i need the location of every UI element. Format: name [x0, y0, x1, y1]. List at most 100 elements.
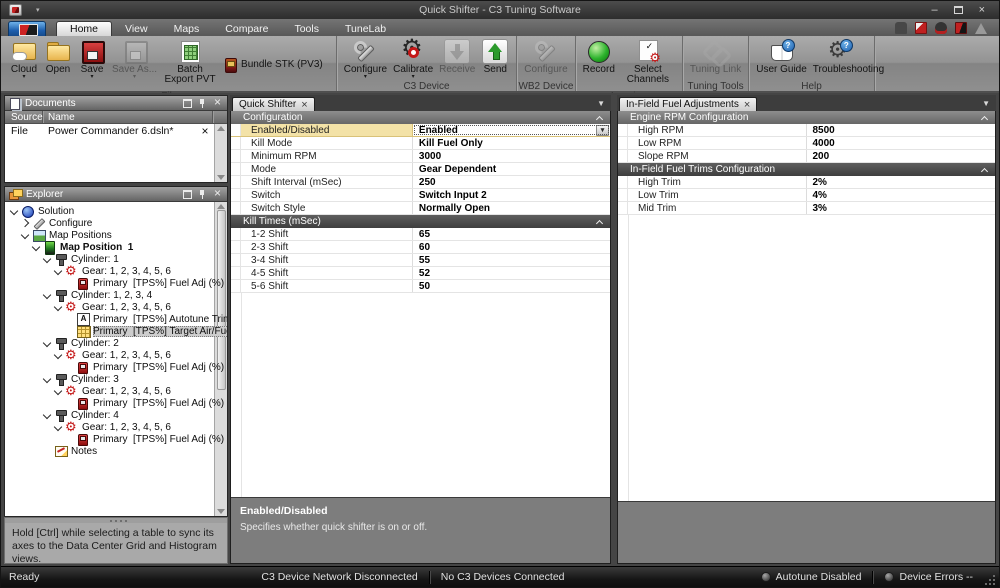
- minimize-button[interactable]: –: [931, 5, 937, 16]
- setting-row[interactable]: 5-6 Shift 50: [231, 280, 610, 293]
- ribbon-button[interactable]: Save: [75, 38, 109, 91]
- maximize-panel-button[interactable]: [182, 98, 193, 109]
- ribbon-button[interactable]: Save As...: [109, 38, 160, 91]
- expander-icon[interactable]: [21, 231, 30, 240]
- maximize-panel-button[interactable]: [182, 189, 193, 200]
- expander-icon[interactable]: [65, 279, 74, 288]
- pin-panel-button[interactable]: [197, 98, 208, 109]
- setting-row[interactable]: Shift Interval (mSec) 250: [231, 176, 610, 189]
- value-dropdown-button[interactable]: [596, 125, 609, 136]
- setting-row[interactable]: Kill Mode Kill Fuel Only: [231, 137, 610, 150]
- ribbon-button[interactable]: Open: [41, 38, 75, 91]
- tree-item[interactable]: Primary [TPS%] Fuel Adj (%): [5, 433, 227, 445]
- setting-value[interactable]: Normally Open: [413, 202, 610, 214]
- expander-icon[interactable]: [43, 411, 52, 420]
- tree-item[interactable]: Primary [TPS%] Autotune Trim (%): [5, 313, 227, 325]
- expander-icon[interactable]: [54, 351, 63, 360]
- scroll-down-icon[interactable]: [217, 509, 225, 514]
- ribbon-button[interactable]: Tuning Link: [687, 38, 744, 81]
- tree-item[interactable]: Gear: 1, 2, 3, 4, 5, 6: [5, 301, 227, 313]
- expander-icon[interactable]: [54, 267, 63, 276]
- tree-item[interactable]: Gear: 1, 2, 3, 4, 5, 6: [5, 349, 227, 361]
- setting-value[interactable]: 8500: [807, 124, 996, 136]
- tree-item[interactable]: Map Position 1: [5, 241, 227, 253]
- expander-icon[interactable]: [43, 255, 52, 264]
- setting-value[interactable]: Enabled: [413, 124, 610, 136]
- tab-in-field-fuel-adjustments[interactable]: In-Field Fuel Adjustments ×: [619, 97, 757, 111]
- tree-item[interactable]: Solution: [5, 205, 227, 217]
- setting-row[interactable]: Minimum RPM 3000: [231, 150, 610, 163]
- tree-item[interactable]: Primary [TPS%] Fuel Adj (%): [5, 277, 227, 289]
- setting-value[interactable]: 55: [413, 254, 610, 266]
- expander-icon[interactable]: [43, 339, 52, 348]
- setting-row[interactable]: Slope RPM 200: [618, 150, 995, 163]
- expander-icon[interactable]: [43, 375, 52, 384]
- ribbon-button[interactable]: Receive: [436, 38, 478, 81]
- tree-item[interactable]: Gear: 1, 2, 3, 4, 5, 6: [5, 385, 227, 397]
- quick-access-dropdown-icon[interactable]: ▾: [36, 6, 40, 14]
- tab-list-dropdown-icon[interactable]: ▼: [982, 99, 994, 108]
- setting-row[interactable]: Enabled/Disabled Enabled: [231, 124, 610, 137]
- close-tab-icon[interactable]: ×: [301, 100, 307, 110]
- ribbon-button[interactable]: Batch Export PVT: [160, 38, 220, 91]
- menu-tab[interactable]: Maps: [161, 21, 213, 36]
- maximize-button[interactable]: [954, 6, 963, 14]
- tree-item[interactable]: Primary [TPS%] Target Air/Fuel (AFR): [5, 325, 227, 337]
- close-panel-button[interactable]: [212, 189, 223, 200]
- menu-tab[interactable]: Home: [56, 21, 112, 36]
- tree-item[interactable]: Map Positions: [5, 229, 227, 241]
- tree-item[interactable]: Primary [TPS%] Fuel Adj (%): [5, 397, 227, 409]
- setting-row[interactable]: Low RPM 4000: [618, 137, 995, 150]
- setting-value[interactable]: 60: [413, 241, 610, 253]
- close-button[interactable]: ×: [979, 5, 985, 16]
- setting-row[interactable]: 1-2 Shift 65: [231, 228, 610, 241]
- ribbon-button[interactable]: Troubleshooting: [810, 38, 870, 81]
- close-tab-icon[interactable]: ×: [744, 100, 750, 110]
- document-row[interactable]: File Power Commander 6.dsln* ×: [5, 124, 214, 138]
- menu-tab[interactable]: TuneLab: [332, 21, 399, 36]
- close-document-icon[interactable]: ×: [198, 125, 212, 137]
- expander-icon[interactable]: [21, 219, 30, 228]
- ribbon-button[interactable]: Bundle STK (PV3): [220, 55, 332, 74]
- tree-item[interactable]: Cylinder: 3: [5, 373, 227, 385]
- scroll-up-icon[interactable]: [217, 126, 225, 131]
- tab-list-dropdown-icon[interactable]: ▼: [597, 99, 609, 108]
- expander-icon[interactable]: [65, 399, 74, 408]
- menu-tab[interactable]: Tools: [281, 21, 332, 36]
- expander-icon[interactable]: [65, 435, 74, 444]
- setting-row[interactable]: 3-4 Shift 55: [231, 254, 610, 267]
- setting-row[interactable]: 2-3 Shift 60: [231, 241, 610, 254]
- setting-row[interactable]: Low Trim 4%: [618, 189, 995, 202]
- setting-value[interactable]: 3000: [413, 150, 610, 162]
- ribbon-button[interactable]: Configure: [341, 38, 390, 81]
- collapse-section-icon[interactable]: [982, 167, 988, 173]
- ribbon-button[interactable]: Select Channels: [618, 38, 678, 91]
- setting-value[interactable]: 250: [413, 176, 610, 188]
- setting-row[interactable]: High RPM 8500: [618, 124, 995, 137]
- setting-row[interactable]: Switch Switch Input 2: [231, 189, 610, 202]
- tree-item[interactable]: Configure: [5, 217, 227, 229]
- tree-item[interactable]: Cylinder: 2: [5, 337, 227, 349]
- ribbon-button[interactable]: Send: [478, 38, 512, 81]
- setting-value[interactable]: 65: [413, 228, 610, 240]
- close-panel-button[interactable]: [212, 98, 223, 109]
- expander-icon[interactable]: [65, 315, 74, 324]
- setting-value[interactable]: 4000: [807, 137, 996, 149]
- tree-item[interactable]: Cylinder: 4: [5, 409, 227, 421]
- collapse-section-icon[interactable]: [597, 219, 603, 225]
- resize-grip[interactable]: [985, 575, 995, 585]
- setting-value[interactable]: 2%: [807, 176, 996, 188]
- ribbon-button[interactable]: Calibrate: [390, 38, 436, 81]
- setting-row[interactable]: Switch Style Normally Open: [231, 202, 610, 215]
- expander-icon[interactable]: [43, 291, 52, 300]
- tree-item[interactable]: Cylinder: 1: [5, 253, 227, 265]
- expander-icon[interactable]: [32, 243, 41, 252]
- expander-icon[interactable]: [54, 423, 63, 432]
- section-header-configuration[interactable]: Configuration: [231, 111, 610, 124]
- section-header-engine-rpm[interactable]: Engine RPM Configuration: [618, 111, 995, 124]
- collapse-section-icon[interactable]: [597, 115, 603, 121]
- documents-scrollbar[interactable]: [214, 124, 227, 182]
- setting-value[interactable]: 200: [807, 150, 996, 162]
- expander-icon[interactable]: [54, 303, 63, 312]
- setting-value[interactable]: 52: [413, 267, 610, 279]
